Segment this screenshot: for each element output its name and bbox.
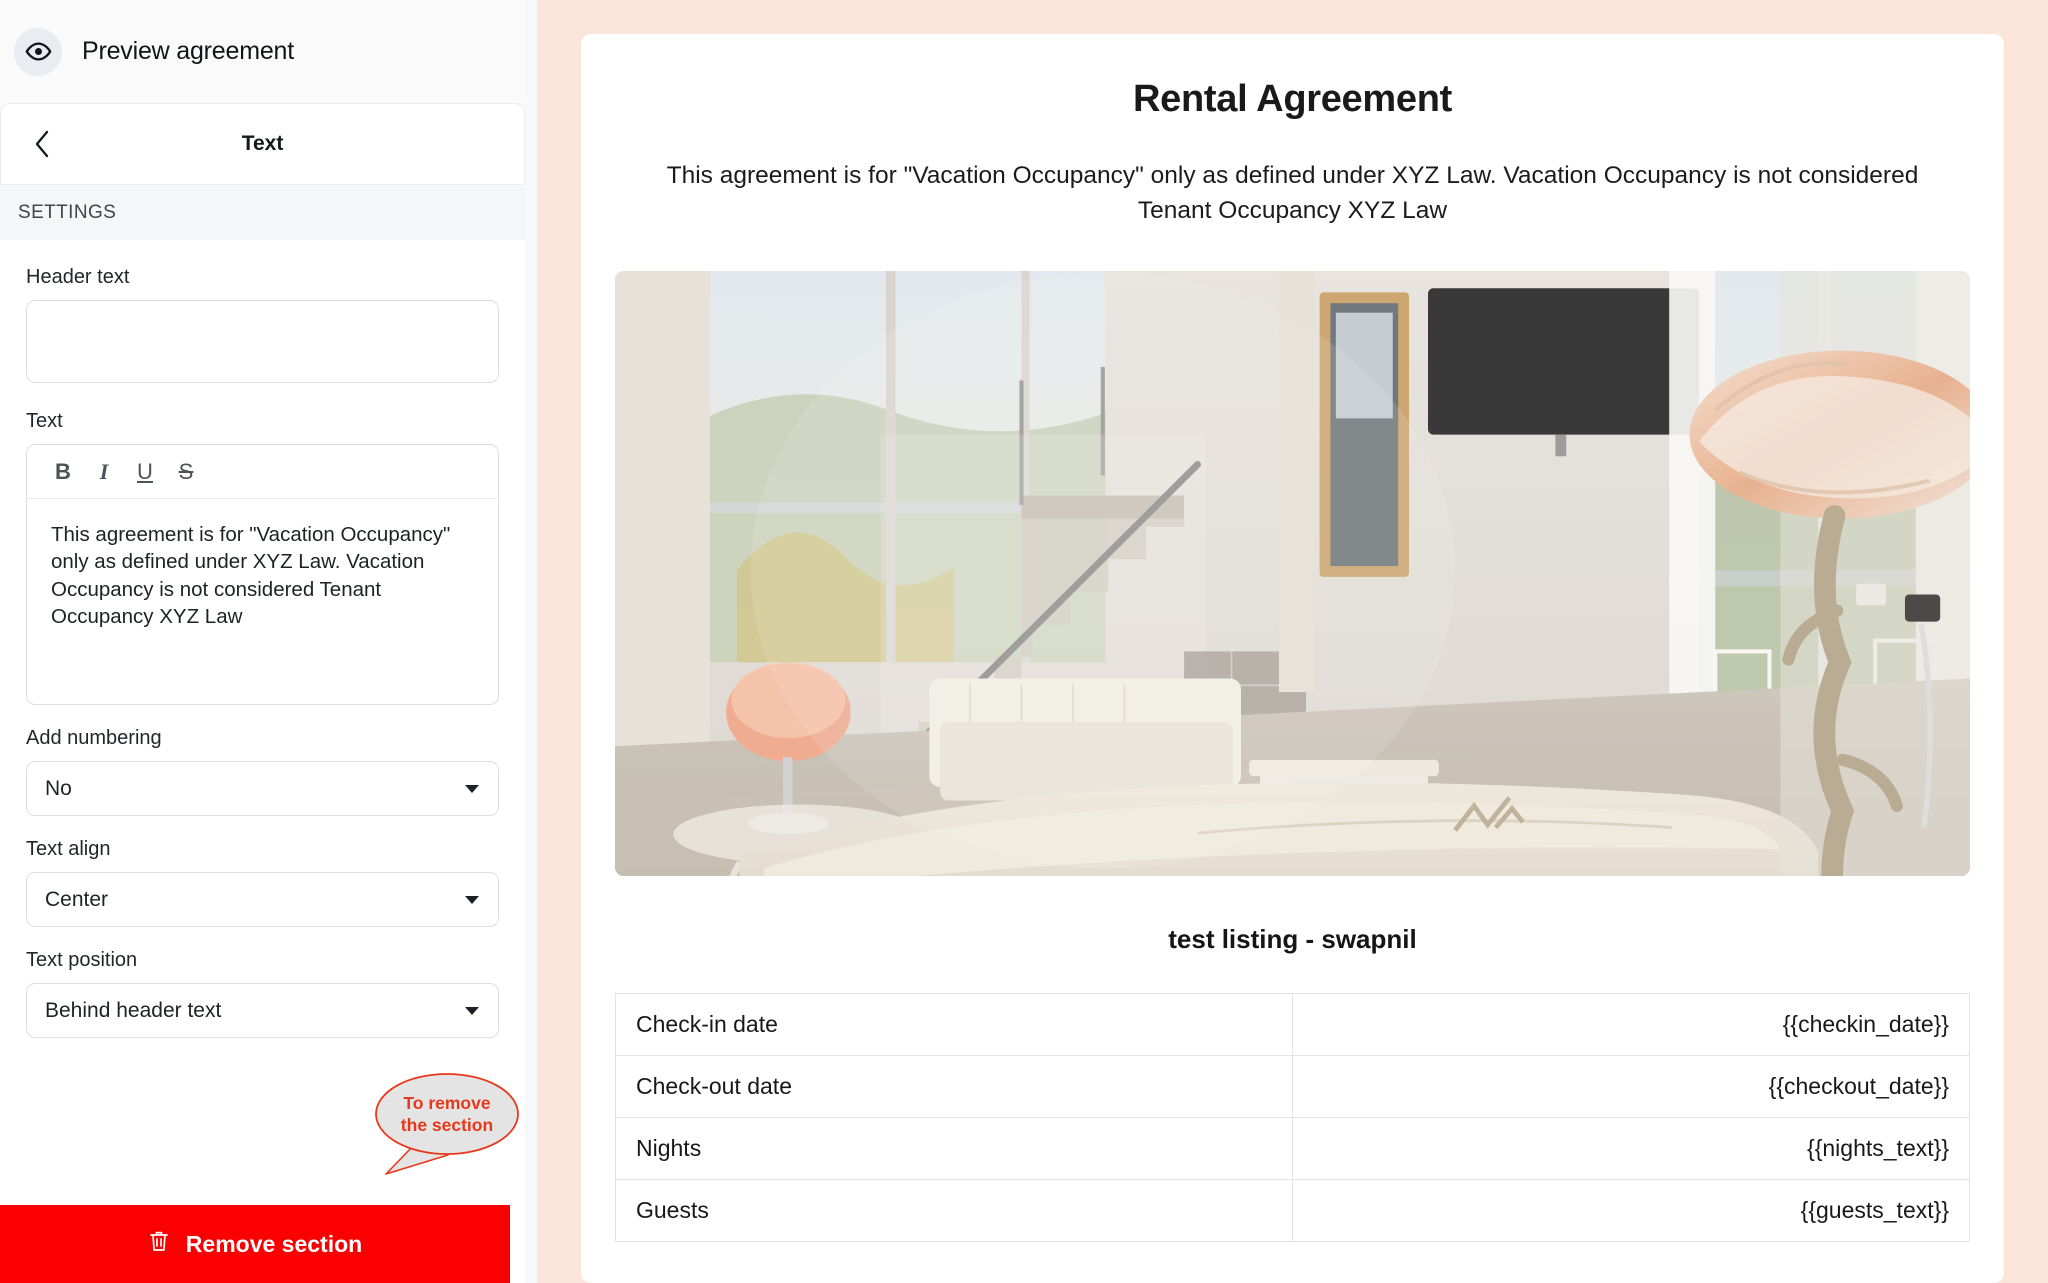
booking-details-table: Check-in date {{checkin_date}} Check-out… <box>615 992 1970 1242</box>
header-text-label: Header text <box>26 266 130 288</box>
text-align-select-wrap: Center <box>26 872 499 927</box>
rich-text-editor: B I U S This agreement is for "Vacation … <box>26 444 499 705</box>
field-text-align: Text align Center <box>26 838 499 927</box>
header-text-input[interactable] <box>26 300 499 383</box>
row-value: {{nights_text}} <box>1292 1116 1970 1180</box>
agreement-preview-pane: Rental Agreement This agreement is for "… <box>537 0 2048 1283</box>
row-value: {{guests_text}} <box>1292 1178 1970 1242</box>
bold-button[interactable]: B <box>45 454 81 490</box>
remove-section-label: Remove section <box>185 1230 363 1257</box>
add-numbering-select-wrap: No <box>26 761 499 816</box>
field-text-position: Text position Behind header text <box>26 949 499 1038</box>
text-align-select[interactable]: Center <box>26 872 499 927</box>
listing-photo <box>615 270 1970 876</box>
field-text: Text B I U S This agreement is for "Vaca… <box>26 410 499 705</box>
text-align-label: Text align <box>26 838 111 860</box>
italic-button[interactable]: I <box>86 454 122 490</box>
text-position-label: Text position <box>26 949 138 971</box>
row-key: Nights <box>615 1116 1293 1180</box>
document-title: Rental Agreement <box>1133 78 1452 120</box>
eye-icon <box>14 27 62 76</box>
field-header-text: Header text <box>26 266 499 388</box>
row-value: {{checkout_date}} <box>1292 1054 1970 1118</box>
add-numbering-label: Add numbering <box>26 727 162 749</box>
booking-details-body: Check-in date {{checkin_date}} Check-out… <box>615 992 1970 1242</box>
rich-text-toolbar: B I U S <box>27 445 498 499</box>
field-add-numbering: Add numbering No <box>26 727 499 816</box>
table-row: Nights {{nights_text}} <box>615 1116 1970 1180</box>
row-key: Check-out date <box>615 1054 1293 1118</box>
settings-heading: SETTINGS <box>0 185 525 240</box>
preview-agreement-bar[interactable]: Preview agreement <box>0 0 525 103</box>
text-position-select-wrap: Behind header text <box>26 983 499 1038</box>
add-numbering-select[interactable]: No <box>26 761 499 816</box>
chevron-left-icon[interactable] <box>27 127 57 161</box>
strikethrough-button[interactable]: S <box>168 454 204 490</box>
listing-title: test listing - swapnil <box>1168 923 1417 954</box>
table-row: Check-out date {{checkout_date}} <box>615 1054 1970 1118</box>
row-key: Guests <box>615 1178 1293 1242</box>
sidebar-gutter <box>525 0 537 1283</box>
panel-title: Text <box>241 132 284 155</box>
table-row: Guests {{guests_text}} <box>615 1178 1970 1242</box>
table-row: Check-in date {{checkin_date}} <box>615 992 1970 1056</box>
text-label: Text <box>26 410 63 432</box>
underline-button[interactable]: U <box>127 454 163 490</box>
text-position-select[interactable]: Behind header text <box>26 983 499 1038</box>
row-value: {{checkin_date}} <box>1292 992 1970 1056</box>
document-paragraph: This agreement is for "Vacation Occupanc… <box>666 162 1919 224</box>
settings-form: Header text Text B I U S This agreement … <box>0 240 525 1283</box>
listing-photo-illustration <box>615 270 1970 876</box>
remove-section-button[interactable]: Remove section <box>0 1205 510 1283</box>
trash-icon <box>148 1229 170 1259</box>
rich-text-body[interactable]: This agreement is for "Vacation Occupanc… <box>27 499 498 704</box>
agreement-document-card: Rental Agreement This agreement is for "… <box>581 34 2004 1283</box>
document-body: Rental Agreement This agreement is for "… <box>581 78 2004 1242</box>
row-key: Check-in date <box>615 992 1293 1056</box>
preview-agreement-label: Preview agreement <box>82 37 294 65</box>
app-root: Preview agreement Text SETTINGS Header t… <box>0 0 2048 1283</box>
panel-header: Text <box>0 103 525 185</box>
settings-sidebar: Preview agreement Text SETTINGS Header t… <box>0 0 525 1283</box>
